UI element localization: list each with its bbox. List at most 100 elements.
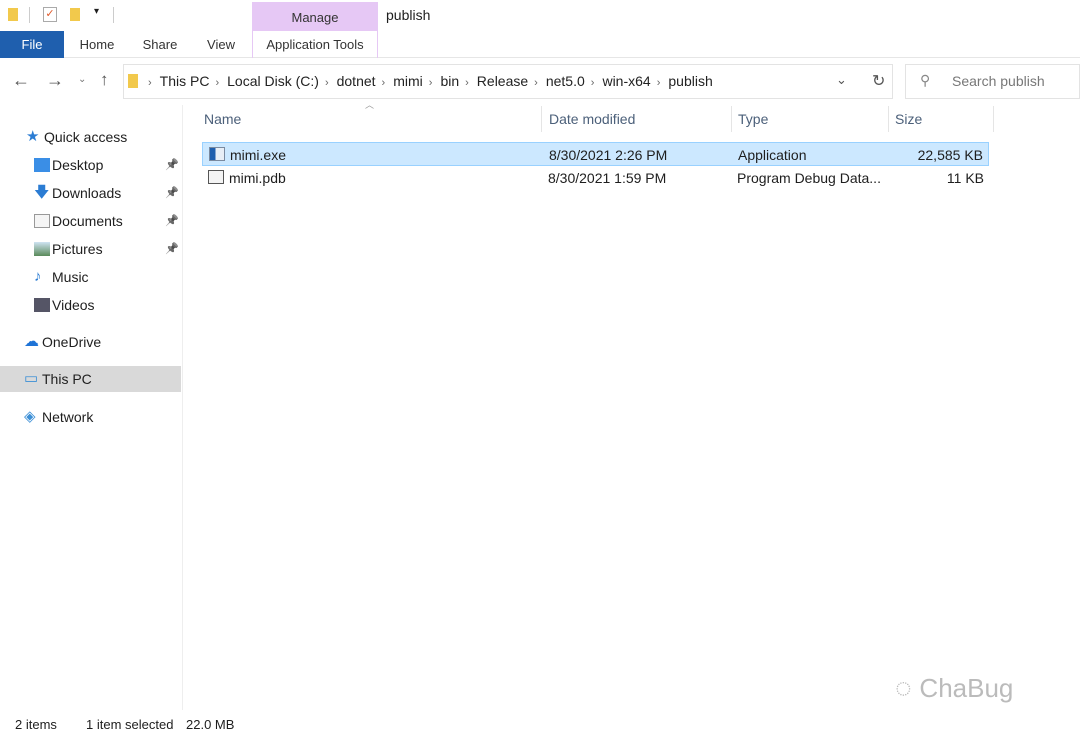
pin-icon[interactable]: 📌 [165,180,179,206]
selection-size: 22.0 MB [186,717,235,732]
pin-icon[interactable]: 📌 [165,152,179,178]
application-icon [209,147,225,161]
column-header-name[interactable]: Name [198,106,542,132]
computer-icon: ▭ [24,370,39,387]
search-input[interactable]: Search publish [905,64,1080,99]
breadcrumb-segment[interactable]: bin [440,73,459,89]
pin-icon[interactable]: 📌 [165,208,179,234]
sidebar-item-label: Desktop [52,157,104,173]
sidebar-item-label: Quick access [44,129,128,145]
divider [29,7,30,23]
videos-icon [34,298,50,312]
watermark-logo: ◌ ChaBug [895,672,1014,703]
breadcrumb: › This PC › Local Disk (C:) › dotnet › mimi › bin… [148,73,719,89]
column-header-size[interactable]: Size [889,106,994,132]
star-icon: ★ [26,128,40,145]
pin-icon[interactable]: 📌 [165,236,179,262]
divider [113,7,114,23]
status-bar: 2 items 1 item selected 22.0 MB [0,712,1080,739]
recent-locations-chevron-icon[interactable]: ⌄ [78,74,86,85]
search-icon: ⚲ [920,72,931,88]
breadcrumb-segment[interactable]: mimi [393,73,423,89]
new-folder-icon[interactable] [70,8,80,21]
sidebar-item-pictures[interactable]: Pictures 📌 [0,236,181,262]
debug-file-icon [208,170,224,184]
sidebar-item-label: Videos [52,297,95,313]
ribbon-tabs: File Home Share View Application Tools [0,31,1080,58]
breadcrumb-segment[interactable]: This PC [160,73,210,89]
sidebar-item-quick-access[interactable]: ★ Quick access [0,124,181,150]
chevron-right-icon[interactable]: › [325,77,329,89]
music-icon: ♪ [34,268,42,285]
sidebar-item-label: Network [42,409,94,425]
folder-icon [128,74,138,88]
sidebar-item-label: Music [52,269,89,285]
file-date-modified: 8/30/2021 1:59 PM [548,170,667,186]
file-type: Application [738,147,807,163]
sidebar-item-onedrive[interactable]: ☁ OneDrive [0,329,181,355]
window-title: publish [386,7,431,23]
breadcrumb-segment[interactable]: net5.0 [546,73,585,89]
tab-application-tools[interactable]: Application Tools [252,31,378,58]
sidebar-item-label: Pictures [52,241,103,257]
quick-access-toolbar: ✓ ▾ Manage publish [0,0,1080,31]
sidebar-item-music[interactable]: ♪ Music [0,264,181,290]
breadcrumb-segment[interactable]: win-x64 [602,73,650,89]
navigation-pane: ★ Quick access Desktop 📌 🡇 Downloads 📌 Document… [0,105,183,710]
sidebar-item-label: Documents [52,213,123,229]
file-type: Program Debug Data... [737,170,881,186]
chevron-right-icon[interactable]: › [591,77,595,89]
sidebar-item-label: This PC [42,371,92,387]
breadcrumb-segment[interactable]: Local Disk (C:) [227,73,319,89]
chevron-right-icon[interactable]: › [382,77,386,89]
item-count: 2 items [15,717,57,732]
column-header-type[interactable]: Type [732,106,889,132]
sidebar-item-this-pc[interactable]: ▭ This PC [0,366,181,392]
network-icon: ◈ [24,408,36,425]
file-date-modified: 8/30/2021 2:26 PM [549,147,668,163]
folder-icon[interactable] [8,8,18,21]
back-button[interactable]: ← [12,70,30,91]
manage-contextual-tab[interactable]: Manage [252,2,378,31]
column-header-date-modified[interactable]: Date modified [543,106,732,132]
download-icon: 🡇 [34,184,50,201]
chevron-right-icon[interactable]: › [215,77,219,89]
properties-icon[interactable]: ✓ [43,7,57,22]
chevron-right-icon[interactable]: › [534,77,538,89]
selection-count: 1 item selected [86,717,174,732]
forward-button[interactable]: → [46,70,64,91]
up-button[interactable]: ↑ [100,70,109,90]
sidebar-item-network[interactable]: ◈ Network [0,404,181,430]
sidebar-item-label: Downloads [52,185,122,201]
breadcrumb-segment[interactable]: publish [668,73,712,89]
file-size: 22,585 KB [917,147,983,163]
breadcrumb-segment[interactable]: dotnet [337,73,376,89]
address-bar[interactable]: › This PC › Local Disk (C:) › dotnet › mimi › bin… [123,64,893,99]
sidebar-item-documents[interactable]: Documents 📌 [0,208,181,234]
chevron-right-icon[interactable]: › [657,77,661,89]
pictures-icon [34,242,50,256]
sidebar-item-videos[interactable]: Videos [0,292,181,318]
tab-home[interactable]: Home [70,31,124,58]
refresh-icon[interactable]: ↻ [872,71,885,91]
address-dropdown-icon[interactable]: ⌄ [836,72,847,88]
sidebar-item-desktop[interactable]: Desktop 📌 [0,152,181,178]
desktop-icon [34,158,50,172]
sidebar-item-downloads[interactable]: 🡇 Downloads 📌 [0,180,181,206]
sidebar-item-label: OneDrive [42,334,102,350]
chevron-right-icon[interactable]: › [429,77,433,89]
documents-icon [34,214,50,228]
file-size: 11 KB [946,170,984,186]
tab-share[interactable]: Share [134,31,186,58]
file-name: mimi.pdb [229,170,286,186]
file-name: mimi.exe [230,147,287,163]
cloud-icon: ☁ [24,333,39,350]
breadcrumb-segment[interactable]: Release [477,73,528,89]
chevron-right-icon[interactable]: › [465,77,469,89]
tab-file[interactable]: File [0,31,64,58]
tab-view[interactable]: View [196,31,246,58]
chevron-right-icon[interactable]: › [148,77,152,89]
file-row[interactable]: mimi.pdb 8/30/2021 1:59 PM Program Debug D… [202,166,989,190]
customize-dropdown-icon[interactable]: ▾ [94,6,99,17]
file-row[interactable]: mimi.exe 8/30/2021 2:26 PM Application 22,5… [202,142,989,166]
